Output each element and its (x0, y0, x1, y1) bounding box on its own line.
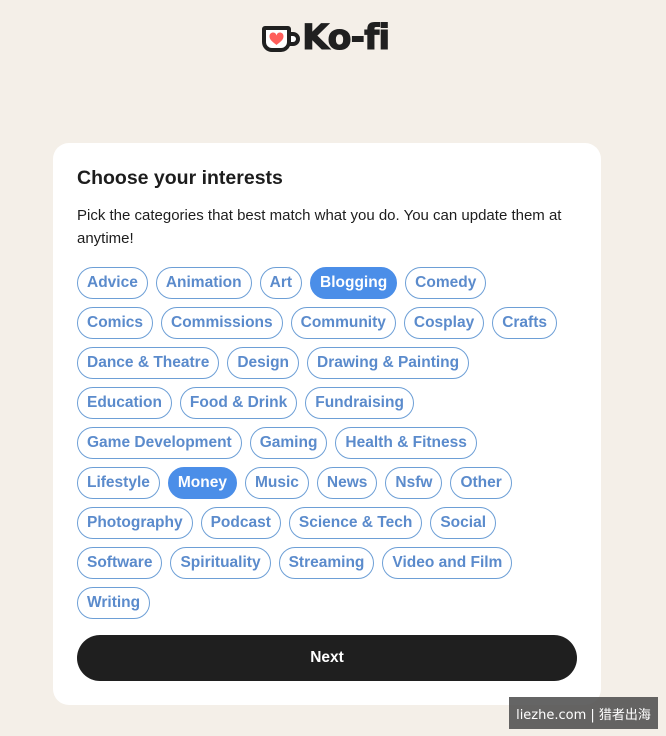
interests-card: Choose your interests Pick the categorie… (53, 143, 601, 705)
interest-chip-animation[interactable]: Animation (155, 267, 252, 299)
interest-chip-writing[interactable]: Writing (77, 587, 151, 619)
kofi-logo: Ko-fi (259, 17, 391, 58)
interest-chip-cosplay[interactable]: Cosplay (403, 307, 485, 339)
interest-chip-spirituality[interactable]: Spirituality (170, 547, 271, 579)
interest-chip-list: Advice Animation Art Blogging Comedy Comics Co… (77, 267, 587, 627)
interest-chip-nsfw[interactable]: Nsfw (385, 467, 443, 499)
kofi-cup-icon (262, 26, 300, 52)
interest-chip-design[interactable]: Design (227, 347, 300, 379)
interest-chip-comics[interactable]: Comics (77, 307, 153, 339)
chip-row: Photography Podcast Science & Tech Social (77, 507, 587, 539)
next-button[interactable]: Next (77, 635, 577, 681)
interest-chip-education[interactable]: Education (77, 387, 172, 419)
interest-chip-money[interactable]: Money (167, 467, 237, 499)
interest-chip-streaming[interactable]: Streaming (278, 547, 375, 579)
interest-chip-comedy[interactable]: Comedy (405, 267, 487, 299)
interest-chip-social[interactable]: Social (430, 507, 497, 539)
card-subtitle: Pick the categories that best match what… (77, 207, 562, 247)
interest-chip-photography[interactable]: Photography (77, 507, 193, 539)
chip-row: Game Development Gaming Health & Fitness (77, 427, 587, 459)
interest-chip-health-fitness[interactable]: Health & Fitness (335, 427, 477, 459)
interest-chip-commissions[interactable]: Commissions (161, 307, 283, 339)
interest-chip-software[interactable]: Software (77, 547, 163, 579)
interest-chip-other[interactable]: Other (450, 467, 512, 499)
interest-chip-dance-theatre[interactable]: Dance & Theatre (77, 347, 220, 379)
watermark: liezhe.com | 猎者出海 (509, 697, 658, 729)
chip-row: Education Food & Drink Fundraising (77, 387, 587, 419)
interest-chip-news[interactable]: News (316, 467, 378, 499)
chip-row: Comics Commissions Community Cosplay Crafts (77, 307, 587, 339)
chip-row: Dance & Theatre Design Drawing & Painting (77, 347, 587, 379)
interest-chip-game-development[interactable]: Game Development (77, 427, 242, 459)
card-title: Choose your interests (77, 167, 283, 189)
interest-chip-food-drink[interactable]: Food & Drink (179, 387, 298, 419)
interest-chip-lifestyle[interactable]: Lifestyle (77, 467, 160, 499)
interest-chip-drawing-painting[interactable]: Drawing & Painting (307, 347, 470, 379)
chip-row: Advice Animation Art Blogging Comedy (77, 267, 587, 299)
chip-row: Software Spirituality Streaming Video and F… (77, 547, 587, 579)
interest-chip-music[interactable]: Music (244, 467, 309, 499)
interest-chip-gaming[interactable]: Gaming (249, 427, 328, 459)
interest-chip-advice[interactable]: Advice (77, 267, 148, 299)
interest-chip-art[interactable]: Art (259, 267, 303, 299)
interest-chip-crafts[interactable]: Crafts (492, 307, 557, 339)
kofi-wordmark: Ko-fi (301, 17, 390, 58)
interest-chip-science-tech[interactable]: Science & Tech (288, 507, 423, 539)
interest-chip-community[interactable]: Community (290, 307, 396, 339)
interest-chip-blogging[interactable]: Blogging (310, 267, 398, 299)
interest-chip-podcast[interactable]: Podcast (200, 507, 281, 539)
interest-chip-fundraising[interactable]: Fundraising (305, 387, 414, 419)
interest-chip-video-and-film[interactable]: Video and Film (382, 547, 513, 579)
chip-row: Writing (77, 587, 587, 619)
chip-row: Lifestyle Money Music News Nsfw Other (77, 467, 587, 499)
